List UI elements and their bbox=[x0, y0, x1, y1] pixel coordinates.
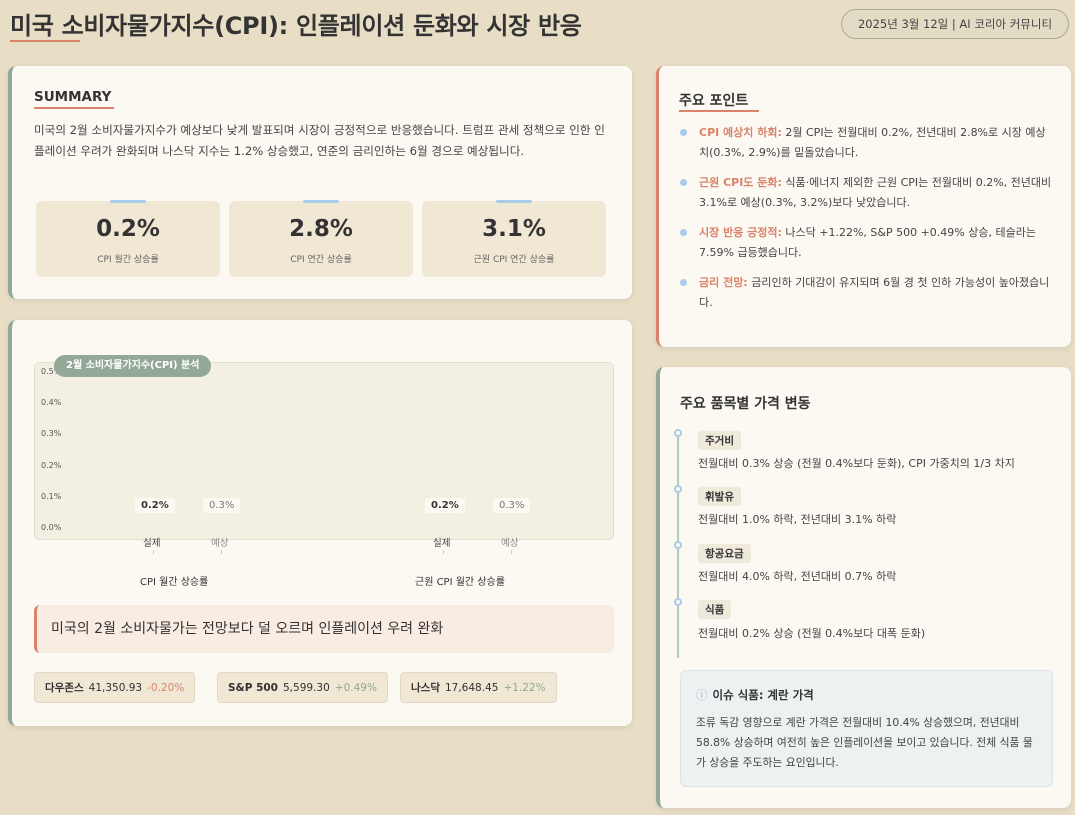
index-sp500: S&P 500 5,599.30 +0.49% bbox=[217, 672, 388, 703]
stat-value: 0.2% bbox=[96, 216, 160, 242]
key-point-highlight: CPI 예상치 하회: bbox=[699, 126, 782, 139]
x-tick-mark bbox=[153, 550, 154, 554]
key-point-highlight: 근원 CPI도 둔화: bbox=[699, 176, 782, 189]
stat-label: CPI 연간 상승률 bbox=[290, 255, 352, 265]
stat-accent-bar bbox=[303, 200, 339, 203]
chart-card: 2월 소비자물가지수(CPI) 분석 0.5% 0.4% 0.3% 0.2% 0.1% 0… bbox=[8, 320, 632, 726]
timeline-dot bbox=[674, 429, 682, 437]
stat-cpi-yearly: 2.8% CPI 연간 상승률 bbox=[229, 200, 413, 277]
index-name: 다우존스 bbox=[45, 682, 84, 694]
y-tick-label: 0.4% bbox=[41, 398, 62, 408]
price-changes-title: 주요 품목별 가격 변동 bbox=[680, 396, 811, 412]
key-points-card: 주요 포인트 CPI 예상치 하회: 2월 CPI는 전월대비 0.2%, 전년… bbox=[656, 66, 1071, 347]
key-point-item: CPI 예상치 하회: 2월 CPI는 전월대비 0.2%, 전년대비 2.8%… bbox=[679, 123, 1054, 163]
bullet-icon bbox=[680, 229, 687, 236]
issue-callout: ⓘ 이슈 식품: 계란 가격 조류 독감 영향으로 계란 가격은 전월대비 10.… bbox=[680, 670, 1053, 787]
chart-plot-area bbox=[34, 362, 614, 540]
price-item-tag: 휘발유 bbox=[698, 487, 741, 506]
key-point-highlight: 시장 반응 긍정적: bbox=[699, 226, 782, 239]
stat-label: 근원 CPI 연간 상승률 bbox=[473, 255, 555, 265]
bar-value-label: 0.2% bbox=[135, 498, 175, 513]
bar-value-label: 0.3% bbox=[203, 498, 241, 513]
issue-title: ⓘ 이슈 식품: 계란 가격 bbox=[696, 687, 814, 703]
bar-category-label: 예상 bbox=[501, 538, 519, 549]
index-value: 41,350.93 bbox=[88, 681, 143, 694]
x-tick-mark bbox=[443, 550, 444, 554]
key-point-highlight: 금리 전망: bbox=[699, 276, 748, 289]
summary-text: 미국의 2월 소비자물가지수가 예상보다 낮게 발표되며 시장이 긍정적으로 반… bbox=[34, 123, 605, 158]
bullet-icon bbox=[680, 129, 687, 136]
bar-category-label: 실제 bbox=[143, 538, 161, 549]
summary-title: SUMMARY bbox=[34, 89, 112, 105]
info-icon: ⓘ bbox=[696, 688, 708, 702]
bar-value-label: 0.3% bbox=[493, 498, 531, 513]
index-name: S&P 500 bbox=[228, 681, 278, 694]
price-item-tag: 항공요금 bbox=[698, 544, 751, 563]
bar-category-label: 예상 bbox=[211, 538, 229, 549]
key-points-title: 주요 포인트 bbox=[679, 93, 749, 109]
bullet-icon bbox=[680, 279, 687, 286]
y-tick-label: 0.0% bbox=[41, 523, 62, 532]
page-title: 미국 소비자물가지수(CPI): 인플레이션 둔화와 시장 반응 bbox=[10, 12, 582, 40]
bar-category-label: 실제 bbox=[433, 538, 451, 549]
x-group-label: 근원 CPI 월간 상승률 bbox=[415, 577, 505, 588]
index-value: 5,599.30 bbox=[283, 681, 330, 694]
stat-cpi-monthly: 0.2% CPI 월간 상승률 bbox=[36, 200, 220, 277]
key-point-item: 시장 반응 긍정적: 나스닥 +1.22%, S&P 500 +0.49% 상승… bbox=[679, 223, 1054, 263]
stat-accent-bar bbox=[496, 200, 532, 203]
price-item-tag: 식품 bbox=[698, 600, 732, 619]
price-item-desc: 전월대비 0.3% 상승 (전월 0.4%보다 둔화), CPI 가중치의 1/… bbox=[698, 457, 1015, 470]
key-points-underline bbox=[679, 110, 759, 112]
key-point-item: 금리 전망: 금리인하 기대감이 유지되며 6월 경 첫 인하 가능성이 높아졌… bbox=[679, 273, 1054, 313]
index-value: 17,648.45 bbox=[444, 681, 499, 694]
y-tick-label: 0.2% bbox=[41, 460, 62, 470]
summary-card: SUMMARY 미국의 2월 소비자물가지수가 예상보다 낮게 발표되며 시장이… bbox=[8, 66, 632, 299]
price-item-tag: 주거비 bbox=[698, 431, 741, 450]
stat-label: CPI 월간 상승률 bbox=[97, 255, 159, 265]
price-item-desc: 전월대비 1.0% 하락, 전년대비 3.1% 하락 bbox=[698, 513, 897, 526]
y-tick-label: 0.1% bbox=[41, 491, 62, 501]
key-point-text: 금리인하 기대감이 유지되며 6월 경 첫 인하 가능성이 높아졌습니다. bbox=[699, 276, 1050, 309]
timeline-dot bbox=[674, 485, 682, 493]
index-change: +0.49% bbox=[334, 681, 377, 694]
price-changes-card: 주요 품목별 가격 변동 주거비 전월대비 0.3% 상승 (전월 0.4%보다… bbox=[656, 367, 1071, 808]
stat-accent-bar bbox=[110, 200, 146, 203]
stat-core-cpi-yearly: 3.1% 근원 CPI 연간 상승률 bbox=[422, 200, 606, 277]
index-dow: 다우존스 41,350.93 -0.20% bbox=[34, 672, 196, 703]
summary-underline bbox=[34, 107, 114, 109]
price-item-desc: 전월대비 0.2% 상승 (전월 0.4%보다 대폭 둔화) bbox=[698, 627, 926, 640]
issue-text: 조류 독감 영향으로 계란 가격은 전월대비 10.4% 상승했으며, 전년대비… bbox=[696, 716, 1033, 769]
index-nasdaq: 나스닥 17,648.45 +1.22% bbox=[400, 672, 557, 703]
date-badge: 2025년 3월 12일 | AI 코리아 커뮤니티 bbox=[841, 9, 1069, 39]
index-change: +1.22% bbox=[503, 681, 546, 694]
issue-title-text: 이슈 식품: 계란 가격 bbox=[712, 688, 814, 702]
stat-value: 3.1% bbox=[482, 216, 546, 242]
bar-value-label: 0.2% bbox=[425, 498, 465, 513]
title-underline bbox=[10, 40, 80, 42]
stat-value: 2.8% bbox=[289, 216, 353, 242]
x-tick-mark bbox=[221, 550, 222, 554]
x-group-label: CPI 월간 상승률 bbox=[140, 577, 209, 588]
index-change: -0.20% bbox=[147, 681, 185, 694]
timeline-dot bbox=[674, 598, 682, 606]
y-tick-label: 0.3% bbox=[41, 429, 62, 439]
chart-title-badge: 2월 소비자물가지수(CPI) 분석 bbox=[54, 355, 212, 377]
key-point-item: 근원 CPI도 둔화: 식품·에너지 제외한 근원 CPI는 전월대비 0.2%… bbox=[679, 173, 1054, 213]
timeline-dot bbox=[674, 541, 682, 549]
headline-callout: 미국의 2월 소비자물가는 전망보다 덜 오르며 인플레이션 우려 완화 bbox=[34, 605, 614, 653]
price-item-desc: 전월대비 4.0% 하락, 전년대비 0.7% 하락 bbox=[698, 570, 897, 583]
index-name: 나스닥 bbox=[411, 682, 440, 694]
x-tick-mark bbox=[511, 550, 512, 554]
bullet-icon bbox=[680, 179, 687, 186]
